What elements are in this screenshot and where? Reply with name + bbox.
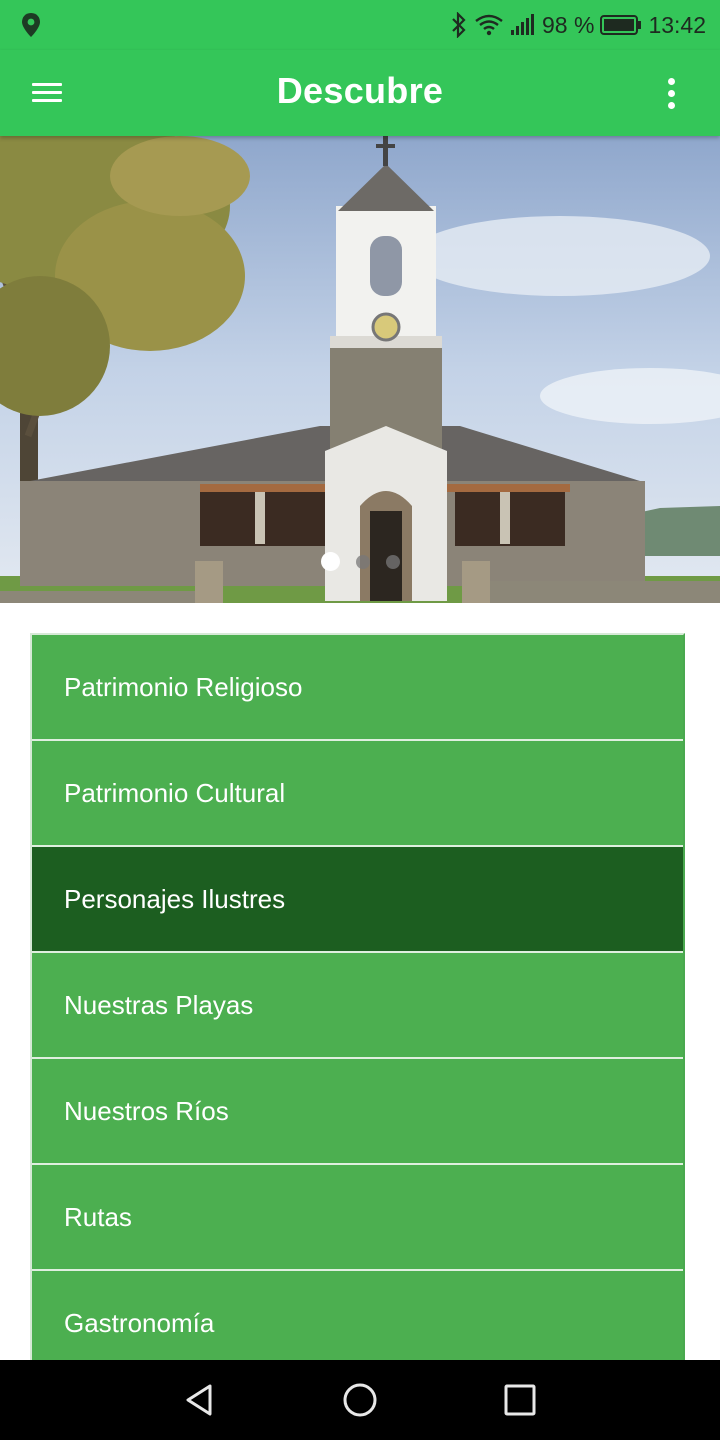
list-item-personajes-ilustres[interactable]: Personajes Ilustres: [32, 847, 683, 953]
list-item-label: Rutas: [64, 1201, 132, 1232]
list-item-label: Patrimonio Cultural: [64, 777, 286, 808]
list-item-gastronomia[interactable]: Gastronomía: [32, 1271, 683, 1360]
back-icon[interactable]: [180, 1380, 220, 1420]
battery-text: 98 %: [542, 11, 595, 38]
wifi-icon: [474, 13, 504, 37]
list-item-label: Nuestras Playas: [64, 989, 254, 1020]
location-icon: [20, 12, 42, 43]
status-bar: 98 % 13:42: [0, 0, 720, 50]
carousel-dot-1[interactable]: [320, 552, 340, 571]
battery-icon: [600, 14, 642, 36]
recents-icon[interactable]: [500, 1380, 540, 1420]
app-bar: Descubre: [0, 50, 720, 136]
list-item-label: Patrimonio Religioso: [64, 671, 303, 702]
list-item-label: Gastronomía: [64, 1307, 215, 1338]
list-item-nuestros-rios[interactable]: Nuestros Ríos: [32, 1059, 683, 1165]
system-nav-bar: [0, 1360, 720, 1440]
list-item-patrimonio-religioso[interactable]: Patrimonio Religioso: [32, 635, 683, 741]
carousel-indicator: [0, 552, 720, 574]
clock: 13:42: [648, 11, 706, 38]
carousel-dot-2[interactable]: [355, 555, 370, 569]
list-item-nuestras-playas[interactable]: Nuestras Playas: [32, 953, 683, 1059]
list-item-label: Personajes Ilustres: [64, 883, 286, 914]
list-item-rutas[interactable]: Rutas: [32, 1165, 683, 1271]
bluetooth-icon: [450, 12, 468, 38]
home-icon[interactable]: [340, 1380, 380, 1420]
church-photo: [0, 136, 720, 603]
page-title: Descubre: [276, 70, 444, 111]
list-item-label: Nuestros Ríos: [64, 1095, 229, 1126]
carousel-dot-3[interactable]: [385, 555, 400, 569]
image-carousel[interactable]: [0, 136, 720, 603]
signal-icon: [510, 14, 536, 36]
more-vert-icon[interactable]: [660, 75, 684, 111]
category-list: Patrimonio Religioso Patrimonio Cultural…: [30, 633, 685, 1360]
list-item-patrimonio-cultural[interactable]: Patrimonio Cultural: [32, 741, 683, 847]
